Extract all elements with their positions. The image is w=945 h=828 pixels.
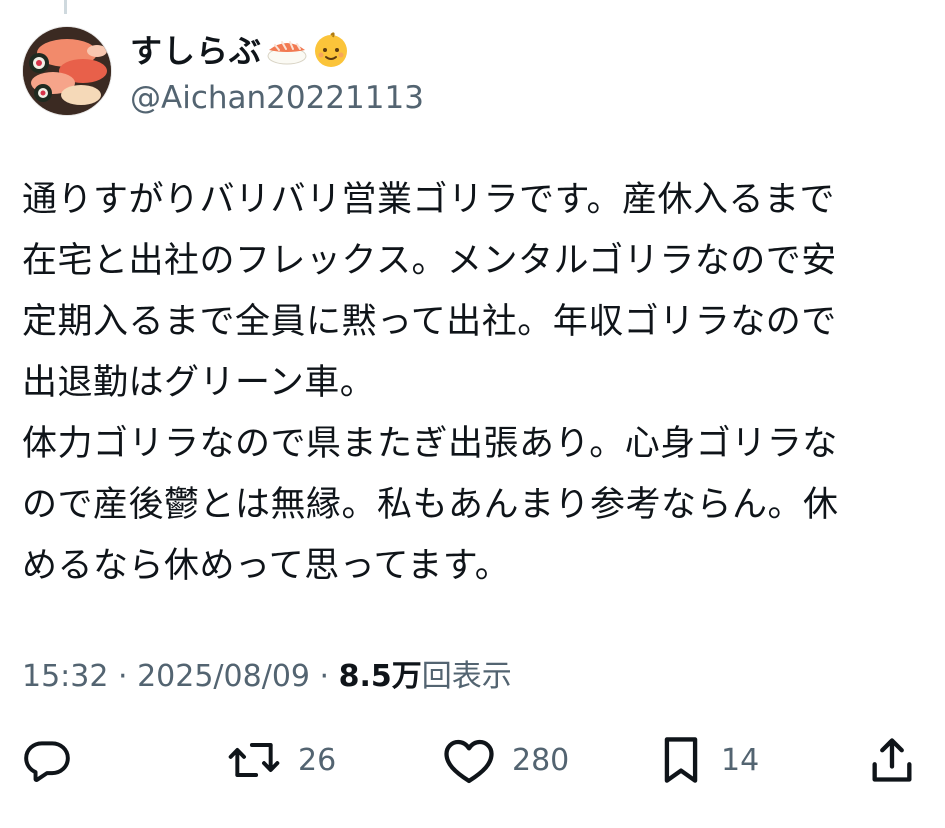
- tweet-text-line: めるなら休めって思ってます。: [22, 546, 511, 586]
- display-name-row: すしらぶ: [130, 30, 424, 72]
- like-button[interactable]: 280: [442, 732, 569, 788]
- thread-connector-line: [64, 0, 67, 14]
- tweet-time[interactable]: 15:32: [22, 659, 108, 694]
- meta-separator: ·: [108, 659, 138, 694]
- tweet-date[interactable]: 2025/08/09: [137, 659, 310, 694]
- tweet-author: すしらぶ @Aichan20221113: [130, 30, 424, 118]
- retweet-button[interactable]: 26: [226, 732, 336, 788]
- bookmark-icon: [657, 734, 705, 786]
- display-name[interactable]: すしらぶ: [130, 30, 262, 72]
- meta-separator: ·: [310, 659, 339, 694]
- reply-button[interactable]: [22, 732, 88, 788]
- retweet-icon: [226, 735, 282, 785]
- heart-icon: [442, 735, 496, 785]
- user-handle[interactable]: @Aichan20221113: [130, 78, 424, 118]
- reply-icon: [22, 735, 72, 785]
- tweet-text-line: 通りすがりバリバリ営業ゴリラです。産休入るまで: [22, 180, 836, 220]
- avatar[interactable]: [22, 26, 112, 116]
- views-label: 回表示: [421, 659, 512, 694]
- tweet-actions-bar: 26 280 14: [0, 732, 945, 792]
- share-icon: [868, 734, 916, 786]
- bookmark-count: 14: [721, 742, 760, 778]
- views-count[interactable]: 8.5万: [339, 659, 422, 694]
- tweet-text-line: 在宅と出社のフレックス。メンタルゴリラなので安: [22, 241, 837, 281]
- tweet-text-line: 体力ゴリラなので県またぎ出張あり。心身ゴリラな: [22, 424, 838, 464]
- sushi-emoji-icon: [266, 32, 308, 70]
- baby-emoji-icon: [312, 30, 350, 72]
- retweet-count: 26: [298, 742, 337, 778]
- tweet-text: 通りすがりバリバリ営業ゴリラです。産休入るまで 在宅と出社のフレックス。メンタル…: [22, 170, 912, 597]
- tweet-text-line: 出退勤はグリーン車。: [22, 363, 376, 403]
- tweet-metadata: 15:32 · 2025/08/09 · 8.5万回表示: [22, 652, 512, 702]
- share-button[interactable]: [868, 732, 932, 788]
- tweet-text-line: 定期入るまで全員に黙って出社。年収ゴリラなので: [22, 302, 837, 342]
- sushi-platter-avatar-icon: [23, 27, 111, 115]
- like-count: 280: [512, 742, 570, 778]
- tweet-text-line: ので産後鬱とは無縁。私もあんまり参考ならん。休: [22, 485, 839, 525]
- bookmark-button[interactable]: 14: [657, 732, 759, 788]
